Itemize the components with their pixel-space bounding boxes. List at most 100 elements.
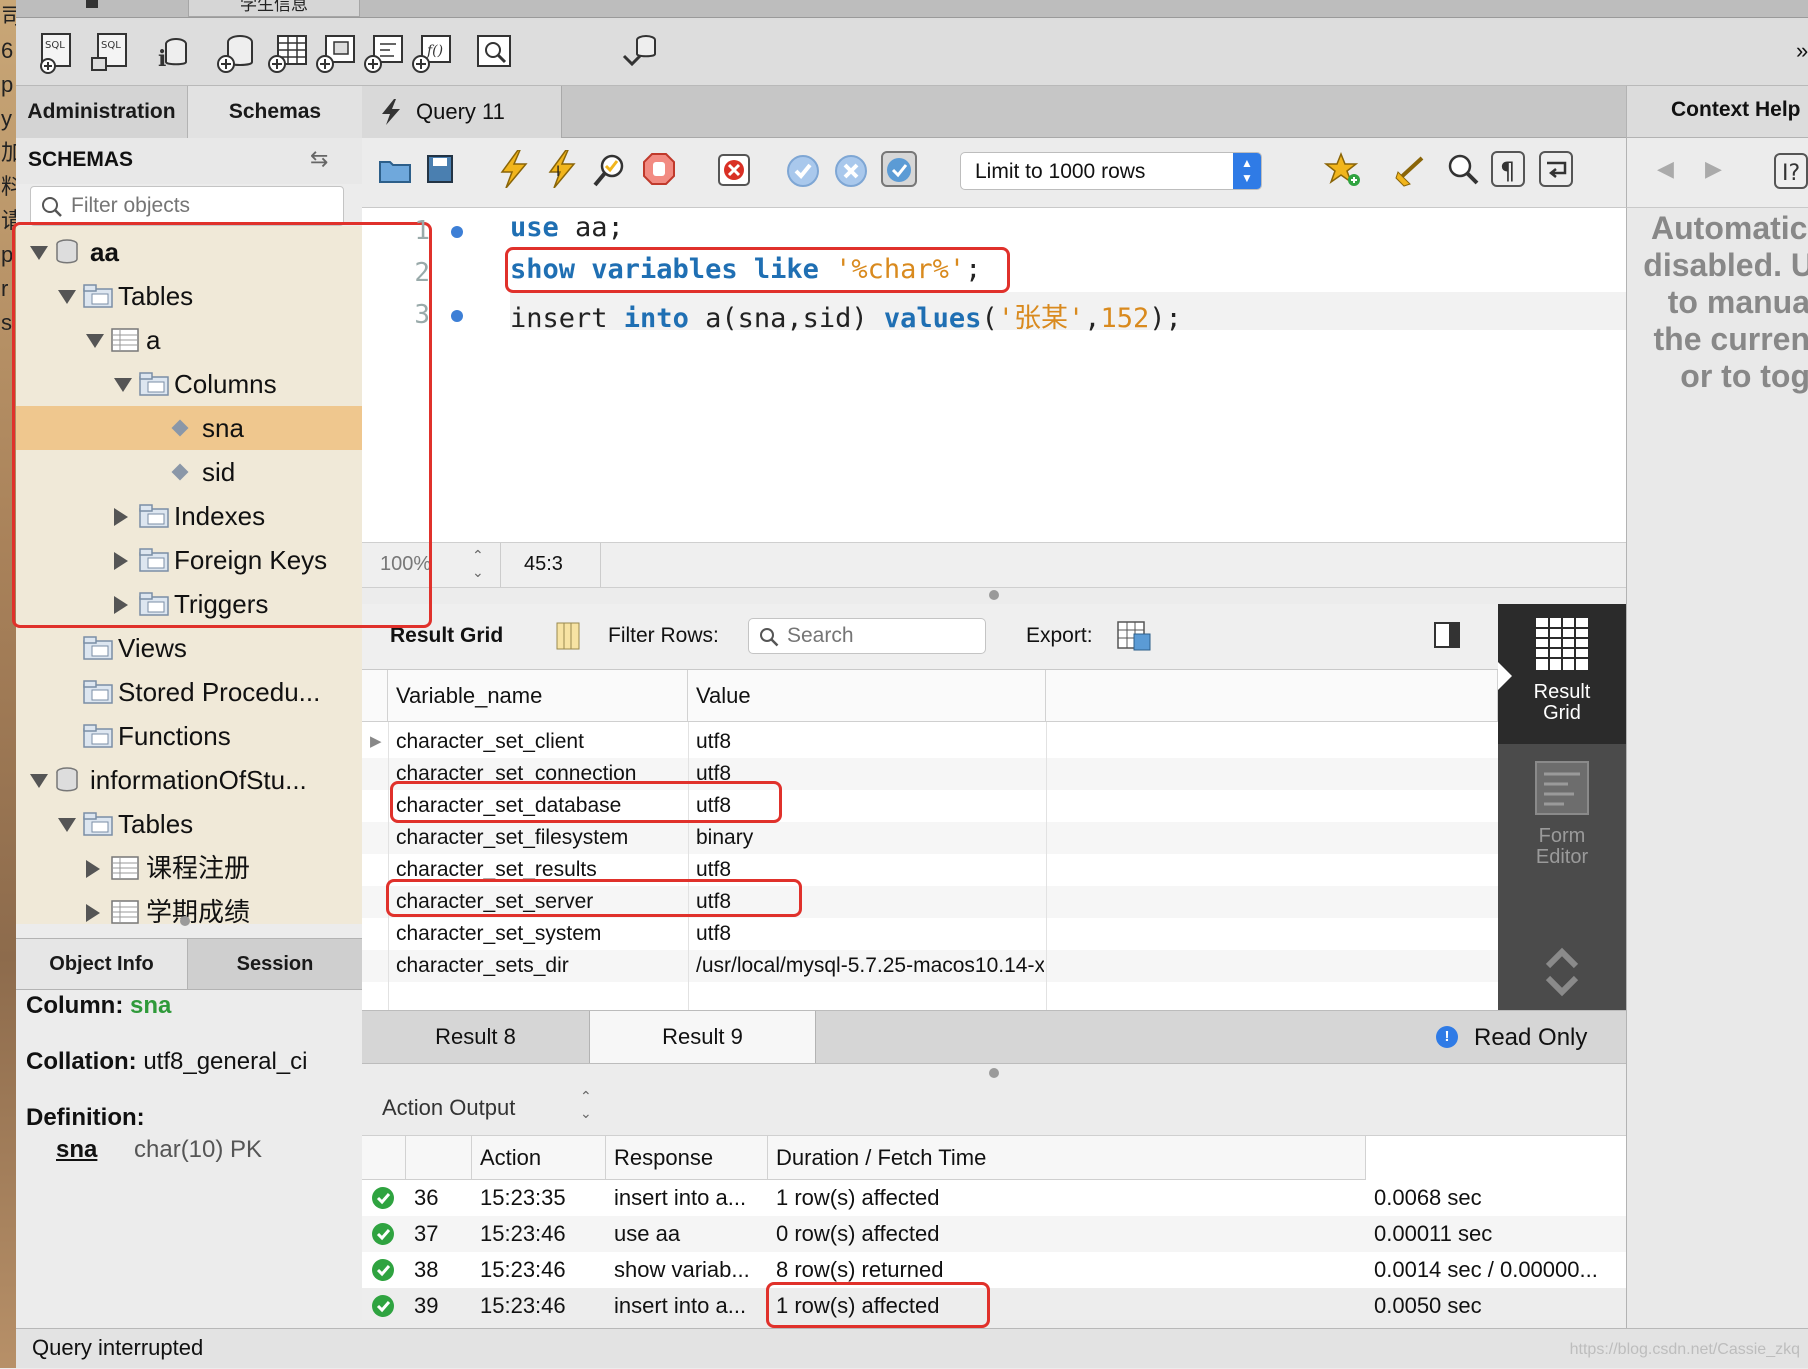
refresh-icon[interactable]: ⇆ — [310, 146, 328, 172]
save-icon[interactable] — [426, 154, 454, 184]
action-output-title[interactable]: Action Output — [382, 1095, 515, 1121]
result-grid-view-button[interactable]: Result Grid — [1498, 604, 1626, 744]
create-schema-icon[interactable] — [214, 28, 258, 74]
disclosure-closed-icon[interactable] — [114, 596, 128, 614]
zoom-level[interactable]: 100% — [380, 553, 434, 576]
code-line[interactable]: show variables like '%char%'; — [510, 254, 981, 285]
grid-cell[interactable]: character_set_system — [396, 918, 686, 950]
stop-on-error-icon[interactable] — [716, 152, 752, 188]
grid-row[interactable]: ▶ character_set_client utf8 — [362, 726, 1498, 758]
disclosure-open-icon[interactable] — [30, 774, 48, 788]
filter-rows-field[interactable] — [748, 618, 986, 654]
commit-icon[interactable] — [786, 154, 820, 188]
tab-result-8[interactable]: Result 8 — [362, 1011, 590, 1063]
grid-cell[interactable]: utf8 — [696, 918, 1044, 950]
explain-icon[interactable] — [592, 152, 628, 188]
grid-row[interactable]: character_set_connection utf8 — [362, 758, 1498, 790]
grid-row[interactable]: character_set_results utf8 — [362, 854, 1498, 886]
autocommit-icon[interactable] — [880, 150, 918, 188]
tab-query-11[interactable]: Query 11 — [362, 86, 562, 138]
add-snippet-icon[interactable] — [1324, 152, 1362, 188]
grid-row[interactable]: character_set_system utf8 — [362, 918, 1498, 950]
disclosure-closed-icon[interactable] — [114, 552, 128, 570]
action-row[interactable]: 38 15:23:46 show variab... 8 row(s) returne… — [362, 1252, 1626, 1288]
tree-item[interactable]: Foreign Keys — [16, 538, 362, 582]
result-output-splitter[interactable] — [989, 1068, 999, 1078]
grid-cell[interactable]: utf8 — [696, 726, 1044, 758]
action-output-select-icon[interactable]: ⌃ ⌄ — [580, 1088, 592, 1122]
toolbar-overflow-icon[interactable]: » — [1796, 38, 1808, 64]
tree-item[interactable]: a — [16, 318, 362, 362]
grid-cell[interactable]: character_set_client — [396, 726, 686, 758]
reconnect-icon[interactable] — [618, 28, 662, 74]
grid-cell[interactable]: utf8 — [696, 854, 1044, 886]
grid-cell[interactable]: character_set_database — [396, 790, 686, 822]
disclosure-open-icon[interactable] — [114, 378, 132, 392]
execute-current-icon[interactable]: I — [546, 150, 576, 188]
invisible-chars-icon[interactable]: ¶ — [1490, 150, 1526, 188]
grid-row[interactable]: character_set_database utf8 — [362, 790, 1498, 822]
create-table-icon[interactable] — [266, 28, 310, 74]
disclosure-closed-icon[interactable] — [114, 508, 128, 526]
grid-column-header[interactable]: Value — [688, 670, 1046, 722]
form-editor-view-button[interactable]: Form Editor — [1498, 744, 1626, 874]
beautify-icon[interactable] — [1394, 152, 1430, 188]
action-column-header[interactable]: Action — [472, 1136, 606, 1180]
grid-cell[interactable]: character_sets_dir — [396, 950, 686, 982]
grid-cell[interactable]: /usr/local/mysql-5.7.25-macos10.14-x86_6… — [696, 950, 1044, 982]
find-icon[interactable] — [1446, 152, 1480, 186]
tree-item[interactable]: Stored Procedu... — [16, 670, 362, 714]
open-file-icon[interactable] — [378, 156, 412, 184]
action-column-header[interactable] — [362, 1136, 406, 1180]
grid-cell[interactable]: binary — [696, 822, 1044, 854]
create-view-icon[interactable] — [314, 28, 358, 74]
grid-row[interactable]: character_sets_dir/usr/local/mysql-5.7.2… — [362, 950, 1498, 982]
grid-cell[interactable]: utf8 — [696, 758, 1044, 790]
disclosure-open-icon[interactable] — [86, 334, 104, 348]
back-icon[interactable]: ◀ — [1657, 156, 1674, 182]
filter-objects-field[interactable] — [30, 186, 344, 226]
help-toggle-icon[interactable]: I? — [1773, 152, 1808, 190]
grid-row[interactable]: character_set_server utf8 — [362, 886, 1498, 918]
disclosure-closed-icon[interactable] — [86, 860, 100, 878]
action-row[interactable]: 37 15:23:46 use aa 0 row(s) affected 0.00011… — [362, 1216, 1626, 1252]
tab-object-info[interactable]: Object Info — [16, 939, 188, 989]
toggle-side-panel-icon[interactable] — [1434, 622, 1460, 648]
tab-result-9[interactable]: Result 9 — [590, 1011, 816, 1063]
action-row[interactable]: 36 15:23:35 insert into a... 1 row(s) affec… — [362, 1180, 1626, 1216]
grid-column-header[interactable]: Variable_name — [388, 670, 688, 722]
grid-cell[interactable]: character_set_server — [396, 886, 686, 918]
tree-item[interactable]: Functions — [16, 714, 362, 758]
tree-item[interactable]: aa — [16, 230, 362, 274]
disclosure-open-icon[interactable] — [58, 290, 76, 304]
tree-item[interactable]: Views — [16, 626, 362, 670]
tree-item[interactable]: Tables — [16, 802, 362, 846]
tree-splitter[interactable] — [180, 916, 190, 926]
code-line[interactable]: insert into a(sna,sid) values('张某',152); — [510, 296, 1182, 335]
tree-item[interactable]: 课程注册 — [16, 846, 362, 890]
grid-columns-icon[interactable] — [556, 622, 580, 650]
disclosure-closed-icon[interactable] — [86, 904, 100, 922]
export-icon[interactable] — [1116, 620, 1152, 652]
tree-item[interactable]: Indexes — [16, 494, 362, 538]
execute-icon[interactable] — [498, 150, 528, 188]
word-wrap-icon[interactable] — [1538, 150, 1574, 188]
grid-cell[interactable]: utf8 — [696, 790, 1044, 822]
disclosure-open-icon[interactable] — [58, 818, 76, 832]
more-views-icon[interactable] — [1542, 944, 1582, 1000]
limit-rows-select[interactable]: Limit to 1000 rows ▲ ▼ — [960, 152, 1262, 190]
create-procedure-icon[interactable] — [362, 28, 406, 74]
create-function-icon[interactable]: f() — [410, 28, 454, 74]
result-grid[interactable]: Variable_name Value ▶ character_set_client u… — [362, 670, 1498, 1010]
grid-cell[interactable]: utf8 — [696, 886, 1044, 918]
action-row[interactable]: 39 15:23:46 insert into a... 1 row(s) affec… — [362, 1288, 1626, 1320]
action-column-header[interactable]: Duration / Fetch Time — [768, 1136, 1366, 1180]
code-line[interactable]: use aa; — [510, 212, 624, 243]
new-sql-tab-icon[interactable]: SQL — [36, 28, 80, 74]
filter-objects-input[interactable] — [71, 191, 331, 221]
grid-cell[interactable]: character_set_results — [396, 854, 686, 886]
tab-administration[interactable]: Administration — [16, 86, 188, 138]
tree-item[interactable]: Tables — [16, 274, 362, 318]
inspector-icon[interactable]: i — [150, 28, 194, 74]
tree-item[interactable]: informationOfStu... — [16, 758, 362, 802]
